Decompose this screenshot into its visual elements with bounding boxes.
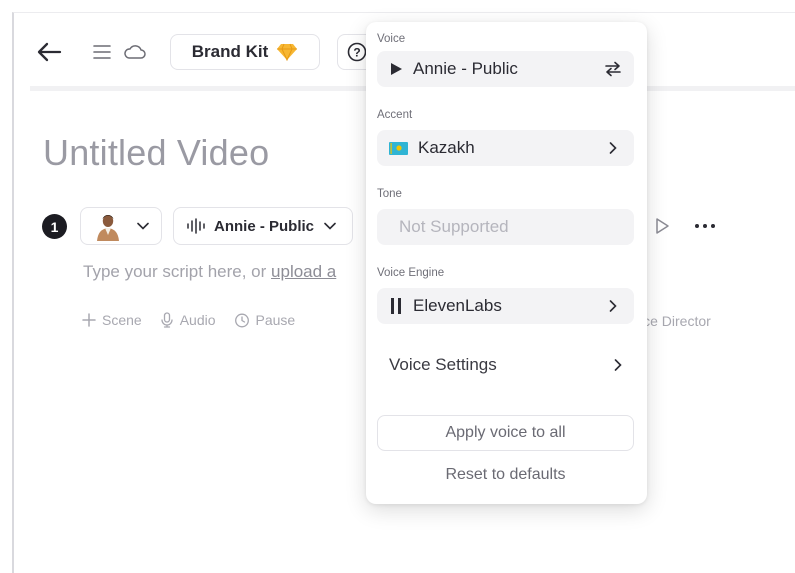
avatar-select[interactable] [80,207,162,245]
more-options-button[interactable] [692,216,718,236]
kazakhstan-flag-icon [389,141,408,155]
voice-engine-field[interactable]: ElevenLabs [377,288,634,324]
hamburger-menu-icon [93,45,111,59]
microphone-icon [161,312,173,328]
add-pause-label: Pause [255,312,296,328]
chevron-right-icon [609,300,617,312]
brand-kit-label: Brand Kit [191,42,269,61]
svg-text:?: ? [353,46,360,60]
chevron-right-icon [614,359,622,371]
accent-section-label: Accent [377,109,413,121]
tone-section-label: Tone [377,188,402,200]
voice-settings-label: Voice Settings [389,355,497,374]
script-input[interactable]: Type your script here, or upload a [83,262,336,282]
reset-to-defaults-button[interactable]: Reset to defaults [377,462,634,488]
chevron-right-icon [609,142,617,154]
scene-voice-label: Annie - Public [214,217,315,235]
avatar [93,211,123,241]
video-title[interactable]: Untitled Video [43,132,269,174]
timer-icon [234,313,249,328]
add-audio-label: Audio [179,312,216,328]
apply-voice-to-all-button[interactable]: Apply voice to all [377,415,634,451]
script-placeholder: Type your script here, or [83,262,272,281]
question-circle-icon: ? [347,42,367,62]
swap-icon [605,61,621,77]
diamond-icon [277,43,298,61]
voice-section-label: Voice [377,33,406,45]
voice-value: Annie - Public [413,59,518,78]
scene-number-badge: 1 [42,214,67,239]
voice-field[interactable]: Annie - Public [377,51,634,87]
play-icon [656,218,669,234]
plus-icon [82,313,96,327]
upload-link[interactable]: upload a [271,262,336,281]
cloud-icon [123,42,147,62]
accent-value: Kazakh [418,138,475,157]
elevenlabs-logo-icon [391,298,401,314]
chevron-down-icon [137,222,149,230]
menu-button[interactable] [92,42,112,62]
tone-field: Not Supported [377,209,634,245]
voice-engine-value: ElevenLabs [413,296,502,315]
more-horizontal-icon [695,224,715,228]
arrow-left-icon [37,42,62,62]
play-button[interactable] [652,216,672,236]
voice-settings-row[interactable]: Voice Settings [377,347,634,383]
tone-value: Not Supported [399,217,509,236]
play-icon [391,63,402,75]
accent-field[interactable]: Kazakh [377,130,634,166]
add-pause-button[interactable]: Pause [234,312,296,328]
add-scene-label: Scene [102,312,142,328]
voice-settings-panel: Voice Annie - Public Accent Kazakh Tone … [366,22,647,504]
voice-engine-section-label: Voice Engine [377,267,445,279]
swap-button[interactable] [604,60,622,78]
brand-kit-button[interactable]: Brand Kit [170,34,320,70]
voice-director-button[interactable]: ice Director [640,313,711,329]
add-scene-button[interactable]: Scene [82,312,142,328]
scene-actions: Scene Audio Pause [82,312,295,328]
waveform-icon [187,218,205,234]
add-audio-button[interactable]: Audio [160,312,216,328]
scene-voice-select[interactable]: Annie - Public [173,207,353,245]
back-button[interactable] [36,40,62,64]
chevron-down-icon [324,222,336,230]
